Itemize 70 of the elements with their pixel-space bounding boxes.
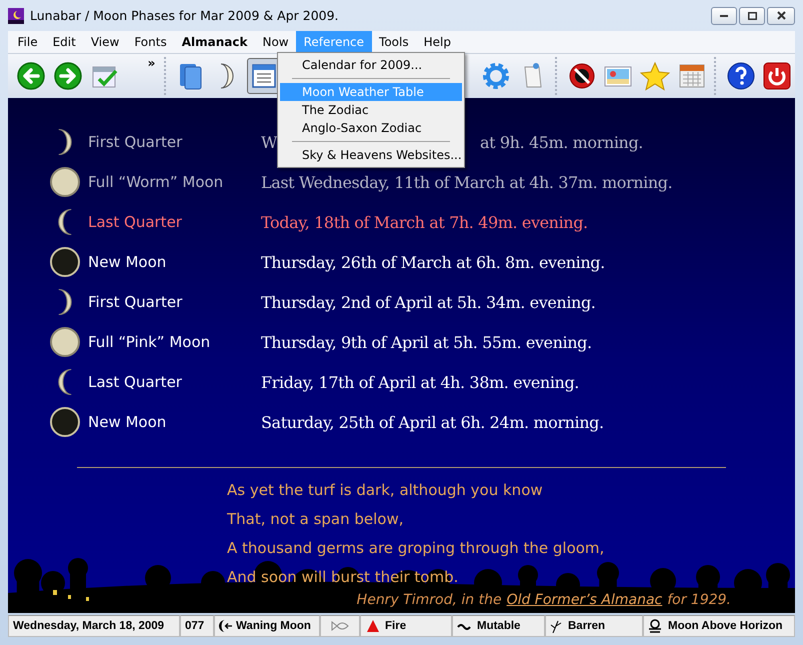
maximize-icon [748,12,756,20]
crescent-arrow-icon [219,620,232,632]
phase-date: Friday, 17th of April at 4h. 38m. evening. [261,372,579,392]
moon-horizon-icon [648,619,662,633]
poem-line: As yet the turf is dark, although you know [227,480,544,501]
phase-date: Last Wednesday, 11th of March at 4h. 37m. morning. [261,172,672,192]
crescent-moon-icon [58,369,72,395]
new-moon-icon [50,407,80,437]
menu-item[interactable]: Help [416,31,458,53]
phase-name: First Quarter [87,133,184,151]
status-text: Mutable [477,620,520,632]
phase-date: Thursday, 9th of April at 5h. 55m. evening. [261,332,592,352]
status-text: 077 [185,620,204,632]
status-text: Fire [385,620,406,632]
full-moon-icon [50,167,80,197]
status-text: Wednesday, March 18, 2009 [13,620,164,632]
phase-date: Today, 18th of March at 7h. 49m. evening. [261,212,588,232]
phase-name: Last Quarter [87,373,183,391]
almanac-link[interactable]: Old Former’s Almanac [506,592,662,608]
menu-item[interactable]: Edit [45,31,84,53]
crescent-moon-icon [221,62,234,88]
window-title: Lunabar / Moon Phases for Mar 2009 & Apr 2009. [30,8,339,23]
phase-date: Thursday, 26th of March at 6h. 8m. evening. [261,252,605,272]
crescent-moon-icon [58,129,72,155]
menu-item[interactable]: Tools [372,31,416,53]
phase-name: New Moon [87,253,168,271]
menu-item[interactable]: Almanack [174,31,255,53]
close-icon [776,11,786,20]
menu-item[interactable]: File [10,31,46,53]
crescent-moon-icon [58,289,72,315]
prohibited-icon [566,60,597,90]
status-text: Moon Above Horizon [668,620,783,632]
maximize-button[interactable] [739,6,765,24]
menu-item[interactable]: Calendar for 2009... [280,56,462,74]
minimize-icon [720,14,728,16]
menu-item[interactable]: View [83,31,127,53]
menu-item[interactable]: Sky & Heavens Websites... [280,146,462,164]
menu-item[interactable]: Now [254,31,296,53]
phase-name: Full “Pink” Moon [87,333,212,351]
overflow-button[interactable]: » [124,56,160,70]
menu-item[interactable]: The Zodiac [280,101,462,119]
full-moon-icon [50,327,80,357]
fish-icon [330,620,350,632]
minimize-button[interactable] [711,6,737,24]
phase-date: Thursday, 2nd of April at 5h. 34m. evening. [261,292,596,312]
crescent-moon-icon [58,209,72,235]
close-button[interactable] [767,6,795,24]
menu-item[interactable]: Anglo-Saxon Zodiac [280,119,462,137]
settings-icon [481,60,512,90]
poem-line: That, not a span below, [227,509,405,530]
phase-name: Last Quarter [87,213,183,231]
phase-name: First Quarter [87,293,184,311]
status-text: Waning Moon [236,620,311,632]
phase-date: W [261,132,278,152]
attribution-text: Henry Timrod, in the [356,592,502,608]
phase-name: Full “Worm” Moon [87,173,224,191]
twig-icon [550,619,562,633]
app-icon [8,8,24,24]
triangle-icon [367,620,379,632]
help-icon [726,60,756,90]
poem-line: A thousand germs are groping through the gloom, [227,538,606,559]
attribution-text: for 1929. [667,592,731,608]
power-icon [762,60,792,90]
phase-date: Saturday, 25th of April at 6h. 24m. morning. [261,412,604,432]
star-icon [640,60,670,90]
status-text: Barren [568,620,606,632]
phase-name: New Moon [87,413,168,431]
phase-date: at 9h. 45m. morning. [480,132,643,152]
new-moon-icon [50,247,80,277]
menu-item[interactable]: Fonts [126,31,174,53]
